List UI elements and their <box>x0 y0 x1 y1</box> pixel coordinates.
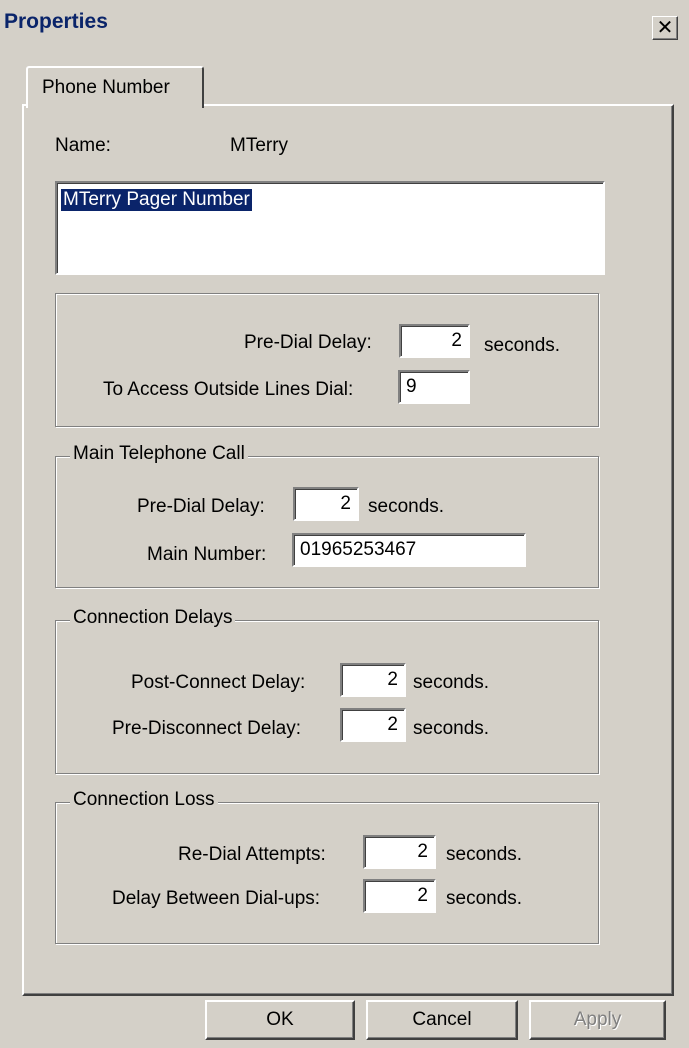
redial-attempts-label: Re-Dial Attempts: <box>178 844 326 865</box>
main-pre-dial-label: Pre-Dial Delay: <box>137 496 265 517</box>
outside-pre-dial-input[interactable]: 2 <box>399 324 470 358</box>
name-label: Name: <box>55 135 111 156</box>
main-number-label: Main Number: <box>147 544 267 565</box>
connection-delays-legend: Connection Delays <box>70 607 236 629</box>
connection-delays-group <box>55 620 599 774</box>
post-connect-label: Post-Connect Delay: <box>131 672 306 693</box>
close-button[interactable]: ✕ <box>652 16 678 40</box>
tab-phone-number[interactable]: Phone Number <box>26 66 204 108</box>
close-icon: ✕ <box>656 17 674 39</box>
redial-attempts-unit: seconds. <box>446 844 523 865</box>
redial-attempts-input[interactable]: 2 <box>363 835 436 869</box>
delay-between-label: Delay Between Dial-ups: <box>112 888 321 909</box>
name-value: MTerry <box>230 135 289 156</box>
outside-pre-dial-label: Pre-Dial Delay: <box>244 332 372 353</box>
main-number-input[interactable]: 01965253467 <box>292 533 526 567</box>
main-pre-dial-input[interactable]: 2 <box>293 487 359 521</box>
outside-pre-dial-unit: seconds. <box>484 335 561 356</box>
post-connect-unit: seconds. <box>413 672 490 693</box>
outside-access-label: To Access Outside Lines Dial: <box>103 379 354 400</box>
cancel-button[interactable]: Cancel <box>366 1000 518 1040</box>
delay-between-unit: seconds. <box>446 888 523 909</box>
pre-disconnect-unit: seconds. <box>413 718 490 739</box>
delay-between-input[interactable]: 2 <box>363 879 436 913</box>
main-call-group <box>55 456 599 588</box>
connection-loss-group <box>55 802 599 944</box>
connection-loss-legend: Connection Loss <box>70 789 218 811</box>
pre-disconnect-input[interactable]: 2 <box>340 708 406 742</box>
post-connect-input[interactable]: 2 <box>340 663 406 697</box>
outside-lines-group <box>55 293 599 427</box>
tab-label: Phone Number <box>42 77 170 98</box>
window-title: Properties <box>4 10 108 33</box>
main-pre-dial-unit: seconds. <box>368 496 445 517</box>
ok-button[interactable]: OK <box>205 1000 355 1040</box>
description-field[interactable]: MTerry Pager Number <box>55 181 605 275</box>
pre-disconnect-label: Pre-Disconnect Delay: <box>112 718 302 739</box>
apply-button[interactable]: Apply <box>529 1000 666 1040</box>
main-call-legend: Main Telephone Call <box>70 443 248 465</box>
description-text: MTerry Pager Number <box>61 189 252 211</box>
title-bar: Properties ✕ <box>0 0 689 46</box>
outside-access-input[interactable]: 9 <box>398 370 470 404</box>
